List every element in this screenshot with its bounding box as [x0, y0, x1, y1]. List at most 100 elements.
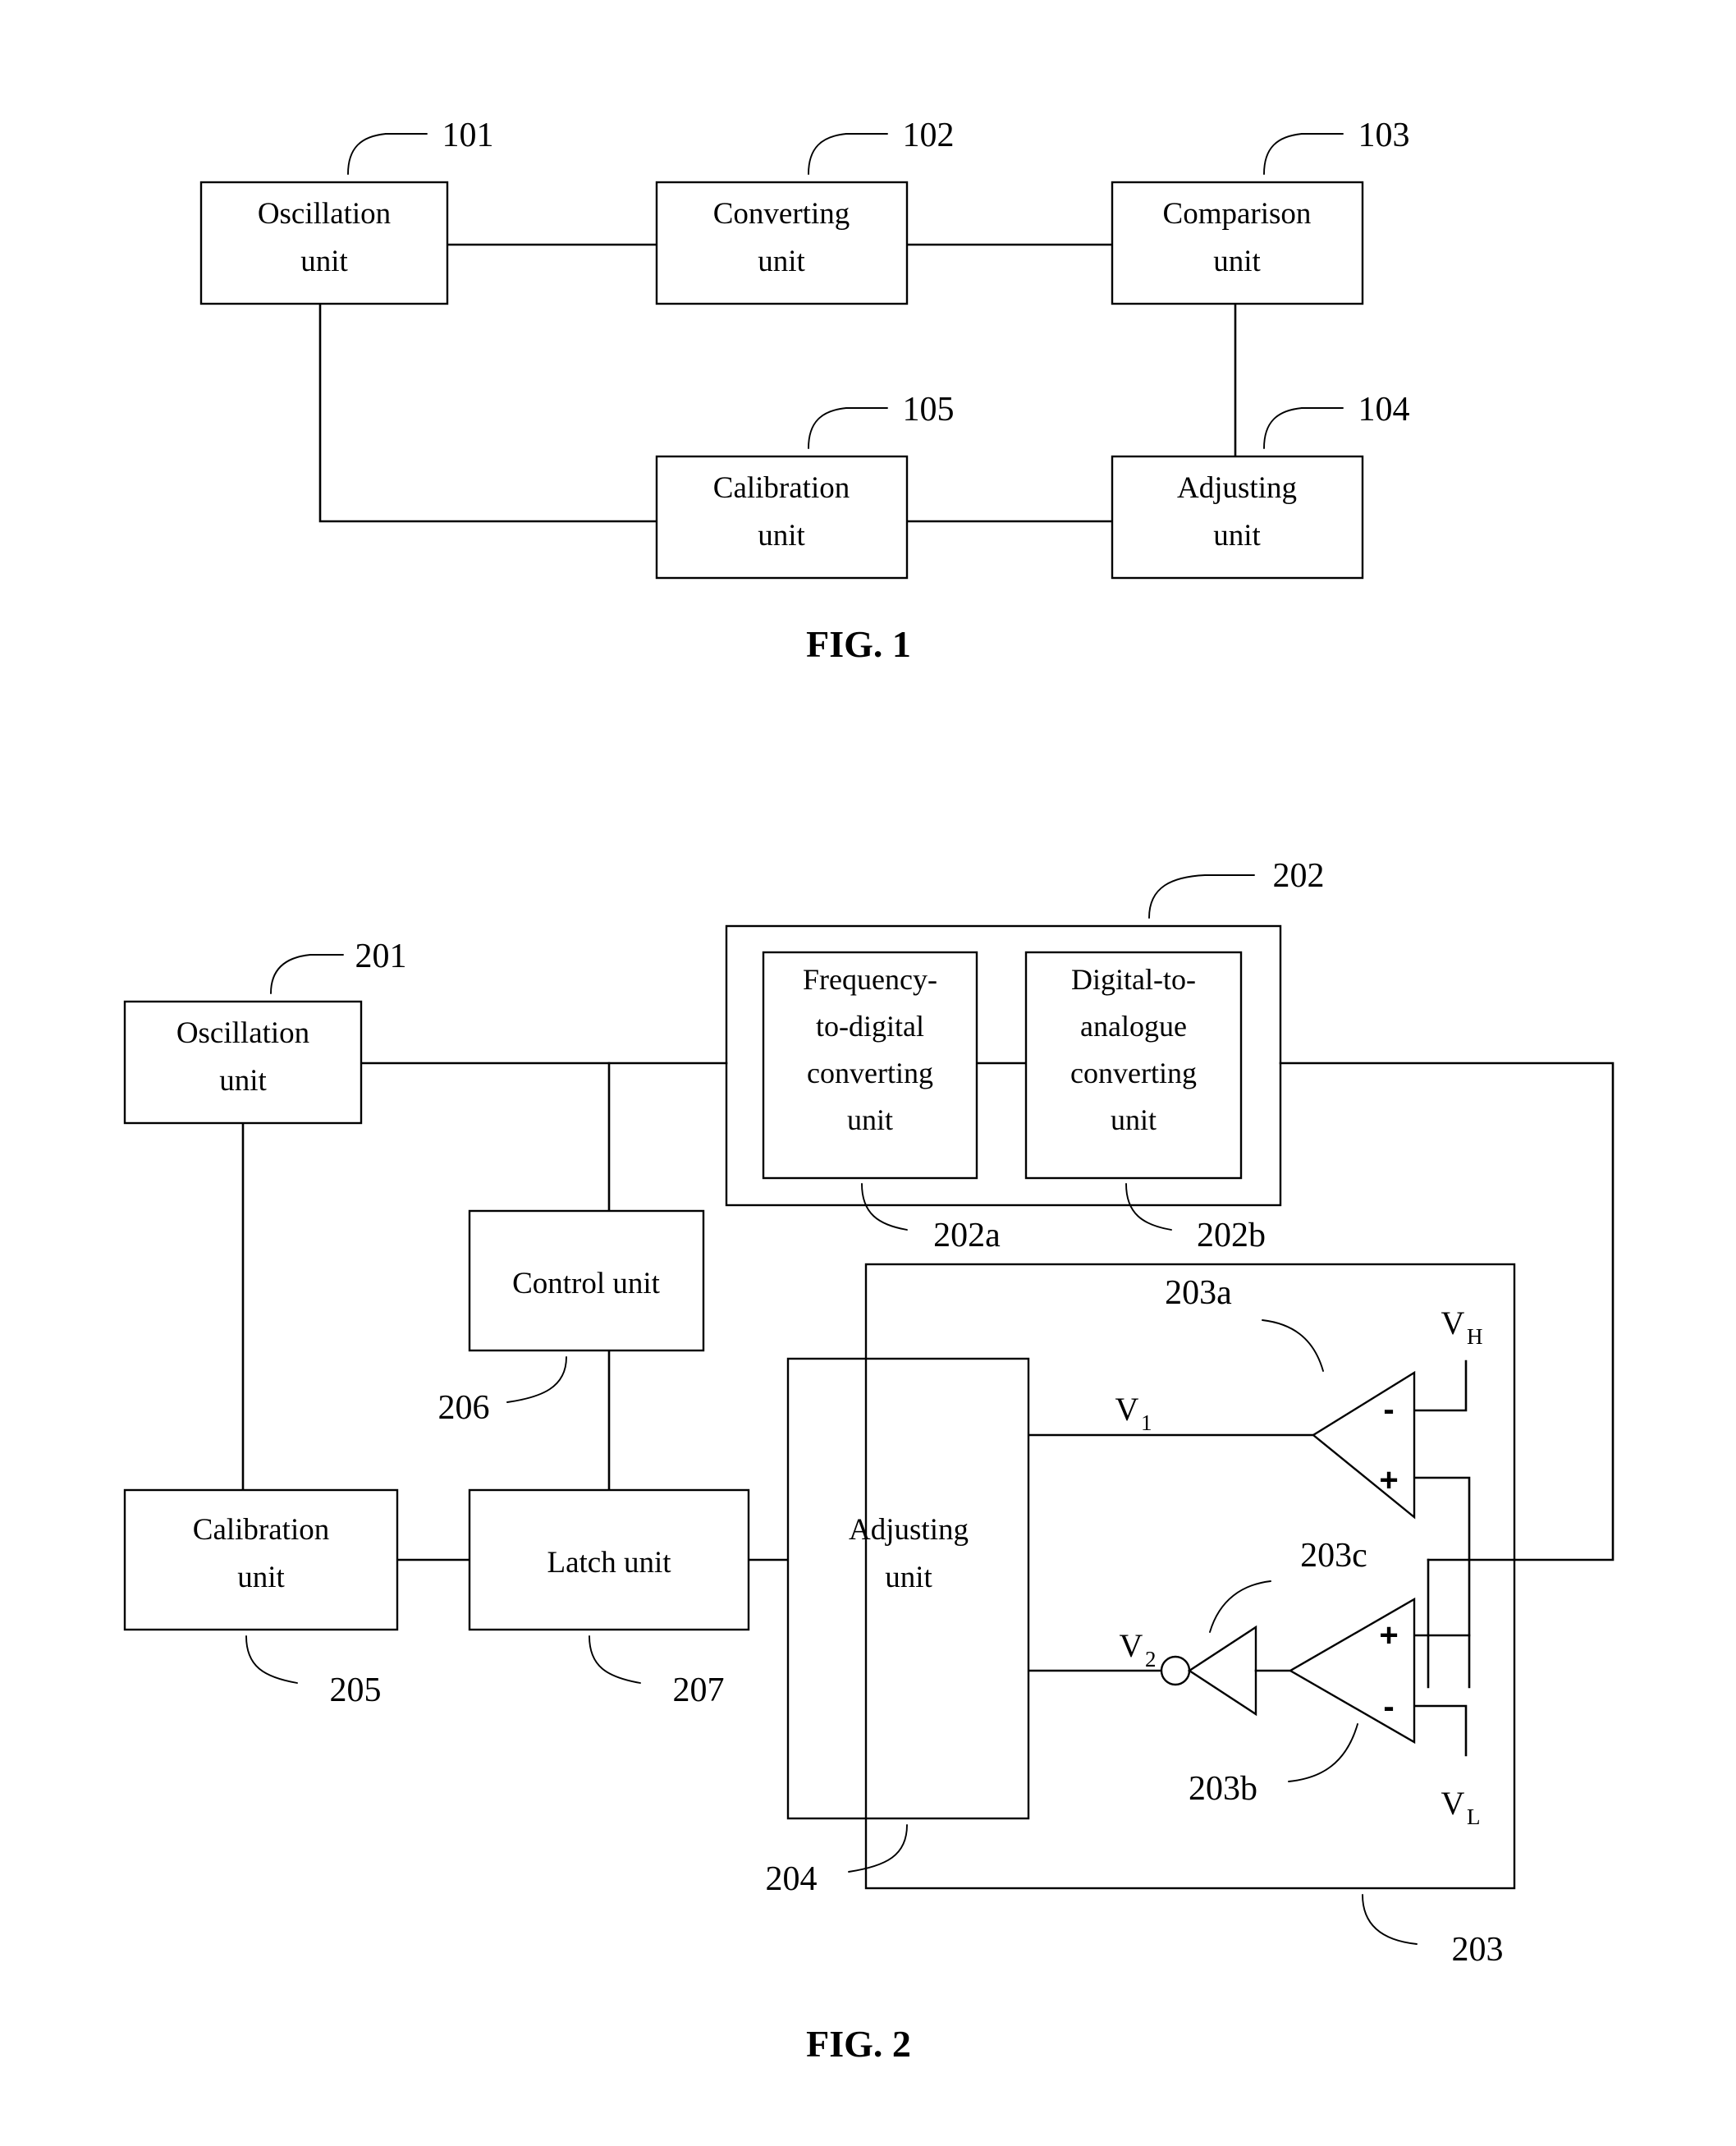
converting-unit-label-line1: Converting	[713, 197, 850, 231]
dac-label-line2: analogue	[1080, 1010, 1187, 1043]
comparator-low-plus-pin: +	[1379, 1617, 1398, 1653]
comparator-low-minus-pin: -	[1383, 1689, 1394, 1725]
ref-number-205: 205	[330, 1671, 382, 1709]
fig1-block-calibration: Calibration unit 105	[655, 391, 955, 580]
signal-v1-base: V	[1115, 1391, 1139, 1428]
ref-number-207: 207	[673, 1671, 725, 1709]
figure-2: Oscillation unit 201 202 Frequency- to-d…	[123, 857, 1615, 2065]
fig2-block-latch: Latch unit 207	[468, 1488, 750, 1709]
figure-1-caption: FIG. 1	[806, 623, 911, 665]
control-unit-label: Control unit	[512, 1267, 661, 1300]
wire-vl-rail	[1413, 1704, 1468, 1757]
calibration-unit-box-fig2	[123, 1488, 399, 1631]
comparator-high-symbol	[1311, 1370, 1416, 1520]
ref-number-204: 204	[766, 1860, 818, 1898]
dac-label-line4: unit	[1111, 1103, 1157, 1136]
fig2-block-oscillation: Oscillation unit 201	[123, 938, 407, 1125]
fig1-block-converting: Converting unit 102	[655, 117, 955, 305]
comparison-unit-label-line2: unit	[1213, 245, 1261, 278]
inverter-bubble-icon	[1160, 1655, 1191, 1686]
ref-number-203a: 203a	[1165, 1274, 1232, 1312]
leader-207	[589, 1635, 641, 1684]
ref-number-202: 202	[1273, 857, 1325, 895]
signal-v1-sub: 1	[1141, 1410, 1152, 1435]
fig2-group-converting: 202 Frequency- to-digital converting uni…	[725, 857, 1325, 1254]
leader-104	[1263, 407, 1303, 449]
ref-number-102: 102	[903, 117, 955, 154]
fig2-block-adjusting: Adjusting unit 204	[766, 1357, 1030, 1898]
fig2-block-control: Control unit 206	[438, 1209, 705, 1427]
ref-number-103: 103	[1358, 117, 1410, 154]
signal-vh-base: V	[1441, 1305, 1465, 1341]
oscillation-unit-label-line1-fig2: Oscillation	[176, 1016, 309, 1050]
wire-203a-plus-to-node	[1413, 1476, 1471, 1689]
converting-unit-label-line2: unit	[758, 245, 805, 278]
ref-number-101: 101	[442, 117, 494, 154]
signal-vl: V L	[1441, 1785, 1481, 1829]
inverter-symbol	[1187, 1625, 1257, 1717]
leader-202	[1148, 874, 1206, 919]
figure-2-caption: FIG. 2	[806, 2023, 911, 2065]
calibration-unit-label-line1-fig2: Calibration	[193, 1513, 329, 1547]
oscillation-unit-label-line2-fig2: unit	[219, 1064, 267, 1098]
leader-102	[808, 133, 847, 175]
fdc-label-line2: to-digital	[816, 1010, 924, 1043]
ref-number-202b: 202b	[1197, 1217, 1266, 1254]
leader-101	[347, 133, 387, 175]
leader-203a	[1262, 1319, 1324, 1372]
leader-103	[1263, 133, 1303, 175]
calibration-unit-label-line1: Calibration	[713, 471, 850, 505]
adjusting-unit-label-line2-fig2: unit	[885, 1561, 932, 1594]
wire-vh-rail	[1413, 1360, 1468, 1412]
oscillation-unit-label-line2: unit	[300, 245, 348, 278]
fig2-block-calibration: Calibration unit 205	[123, 1488, 399, 1709]
leader-203b	[1288, 1723, 1358, 1782]
leader-202b	[1125, 1183, 1172, 1231]
signal-v2-base: V	[1120, 1627, 1143, 1664]
adjusting-unit-label-line2: unit	[1213, 519, 1261, 553]
signal-vh: V H	[1441, 1305, 1483, 1349]
signal-v2-sub: 2	[1145, 1647, 1157, 1671]
fig1-block-oscillation: Oscillation unit 101	[199, 117, 494, 305]
leader-206	[506, 1356, 567, 1403]
signal-vl-base: V	[1441, 1785, 1465, 1822]
comparison-unit-label-line1: Comparison	[1163, 197, 1312, 231]
signal-v1: V 1	[1115, 1391, 1152, 1435]
inverter-symbol-group	[1160, 1625, 1292, 1717]
ref-number-203: 203	[1452, 1931, 1504, 1969]
calibration-unit-label-line2: unit	[758, 519, 805, 553]
ref-number-206: 206	[438, 1389, 490, 1427]
dac-label-line3: converting	[1070, 1057, 1197, 1089]
patent-drawing-sheet: Oscillation unit 101 Converting unit 102…	[0, 0, 1736, 2146]
dac-label-line1: Digital-to-	[1071, 963, 1196, 996]
ref-number-105: 105	[903, 391, 955, 429]
fdc-label-line4: unit	[847, 1103, 893, 1136]
comparator-high-minus-pin: -	[1383, 1392, 1394, 1428]
signal-vl-sub: L	[1467, 1804, 1481, 1829]
ref-number-202a: 202a	[933, 1217, 1001, 1254]
ref-number-104: 104	[1358, 391, 1410, 429]
comparator-high-plus-pin: +	[1379, 1462, 1398, 1498]
ref-number-203b: 203b	[1189, 1770, 1257, 1808]
fig1-block-adjusting: Adjusting unit 104	[1111, 391, 1410, 580]
fig1-block-comparison: Comparison unit 103	[1111, 117, 1410, 305]
leader-202a	[861, 1183, 908, 1231]
leader-205	[245, 1635, 298, 1684]
fdc-label-line1: Frequency-	[803, 963, 937, 996]
figure-1: Oscillation unit 101 Converting unit 102…	[199, 117, 1410, 665]
latch-unit-label: Latch unit	[547, 1546, 671, 1580]
ref-number-203c: 203c	[1300, 1537, 1367, 1575]
leader-203c	[1209, 1580, 1271, 1633]
wire-calibration-to-oscillation	[318, 302, 658, 523]
fdc-label-line3: converting	[807, 1057, 933, 1089]
leader-203	[1362, 1894, 1418, 1945]
oscillation-unit-label-line1: Oscillation	[258, 197, 391, 231]
calibration-unit-label-line2-fig2: unit	[237, 1561, 285, 1594]
leader-201	[270, 954, 311, 994]
adjusting-unit-label-line1: Adjusting	[1177, 471, 1297, 505]
signal-v2: V 2	[1120, 1627, 1157, 1671]
signal-vh-sub: H	[1467, 1324, 1483, 1349]
leader-105	[808, 407, 847, 449]
ref-number-201: 201	[355, 938, 407, 975]
leader-204	[848, 1824, 908, 1873]
